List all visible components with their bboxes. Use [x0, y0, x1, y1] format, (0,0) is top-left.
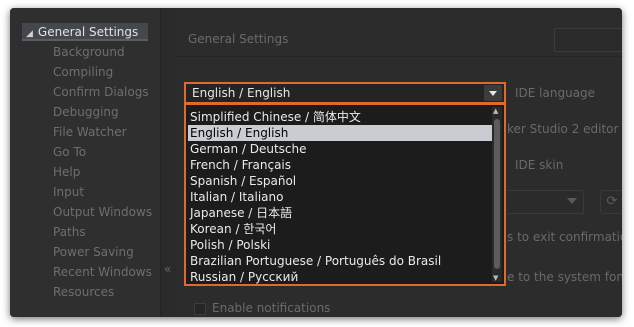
language-option-polish[interactable]: Polish / Polski — [188, 237, 492, 253]
title-divider — [176, 56, 622, 57]
language-option-spanish[interactable]: Spanish / Español — [188, 173, 492, 189]
tree-item-resources[interactable]: Resources — [53, 282, 114, 302]
expand-arrow-icon[interactable]: ◢ — [26, 29, 33, 39]
chevron-down-icon — [567, 198, 577, 204]
notifications-checkbox[interactable] — [194, 303, 206, 315]
language-option-french[interactable]: French / Français — [188, 157, 492, 173]
system-font-label: e to the system font — [507, 270, 622, 284]
language-option-english[interactable]: English / English — [188, 125, 492, 141]
scrollbar-thumb[interactable] — [494, 119, 500, 269]
dropdown-toggle-button[interactable] — [484, 85, 502, 101]
language-selected-value: English / English — [192, 86, 291, 100]
tree-item-debugging[interactable]: Debugging — [53, 102, 119, 122]
tree-item-confirm-dialogs[interactable]: Confirm Dialogs — [53, 82, 149, 102]
tree-item-compiling[interactable]: Compiling — [53, 62, 113, 82]
tree-item-background[interactable]: Background — [53, 42, 125, 62]
language-option-german[interactable]: German / Deutsche — [188, 141, 492, 157]
settings-sidebar: ◢ General Settings Background Compiling C… — [10, 8, 160, 317]
tree-item-power-saving[interactable]: Power Saving — [53, 242, 134, 262]
studio-editor-label: ker Studio 2 editor — [507, 122, 619, 136]
tree-item-go-to[interactable]: Go To — [53, 142, 86, 162]
ide-skin-label: IDE skin — [515, 158, 564, 172]
language-option-korean[interactable]: Korean / 한국어 — [188, 221, 492, 237]
language-option-simplified-chinese[interactable]: Simplified Chinese / 简体中文 — [188, 109, 492, 125]
tree-root-label: General Settings — [37, 25, 139, 39]
scroll-up-icon[interactable]: ▲ — [493, 107, 498, 115]
chevron-down-icon — [489, 91, 497, 96]
language-option-russian[interactable]: Russian / Русский — [188, 269, 492, 285]
tree-item-file-watcher[interactable]: File Watcher — [53, 122, 127, 142]
tree-item-help[interactable]: Help — [53, 162, 80, 182]
tree-item-recent-windows[interactable]: Recent Windows — [53, 262, 152, 282]
exit-confirmation-label: s to exit confirmatio — [507, 230, 622, 244]
list-scrollbar[interactable]: ▲ ▼ — [492, 107, 502, 282]
ide-language-label: IDE language — [515, 86, 596, 100]
scroll-down-icon[interactable]: ▼ — [493, 274, 498, 282]
refresh-icon[interactable]: ⟳ — [600, 190, 622, 214]
language-option-japanese[interactable]: Japanese / 日本語 — [188, 205, 492, 221]
tree-item-input[interactable]: Input — [53, 182, 84, 202]
language-options-list: Simplified Chinese / 简体中文 English / Engl… — [184, 103, 506, 286]
tree-item-output-windows[interactable]: Output Windows — [53, 202, 152, 222]
tree-item-general-settings[interactable]: ◢ General Settings — [22, 23, 148, 41]
language-dropdown[interactable]: English / English — [184, 82, 506, 104]
language-option-italian[interactable]: Italian / Italiano — [188, 189, 492, 205]
collapse-sidebar-icon[interactable]: « — [164, 262, 171, 276]
tree-item-paths[interactable]: Paths — [53, 222, 86, 242]
notifications-label: Enable notifications — [212, 301, 331, 315]
page-title: General Settings — [188, 32, 289, 46]
language-option-brazilian-portuguese[interactable]: Brazilian Portuguese / Português do Bras… — [188, 253, 492, 269]
search-input[interactable] — [554, 28, 622, 52]
